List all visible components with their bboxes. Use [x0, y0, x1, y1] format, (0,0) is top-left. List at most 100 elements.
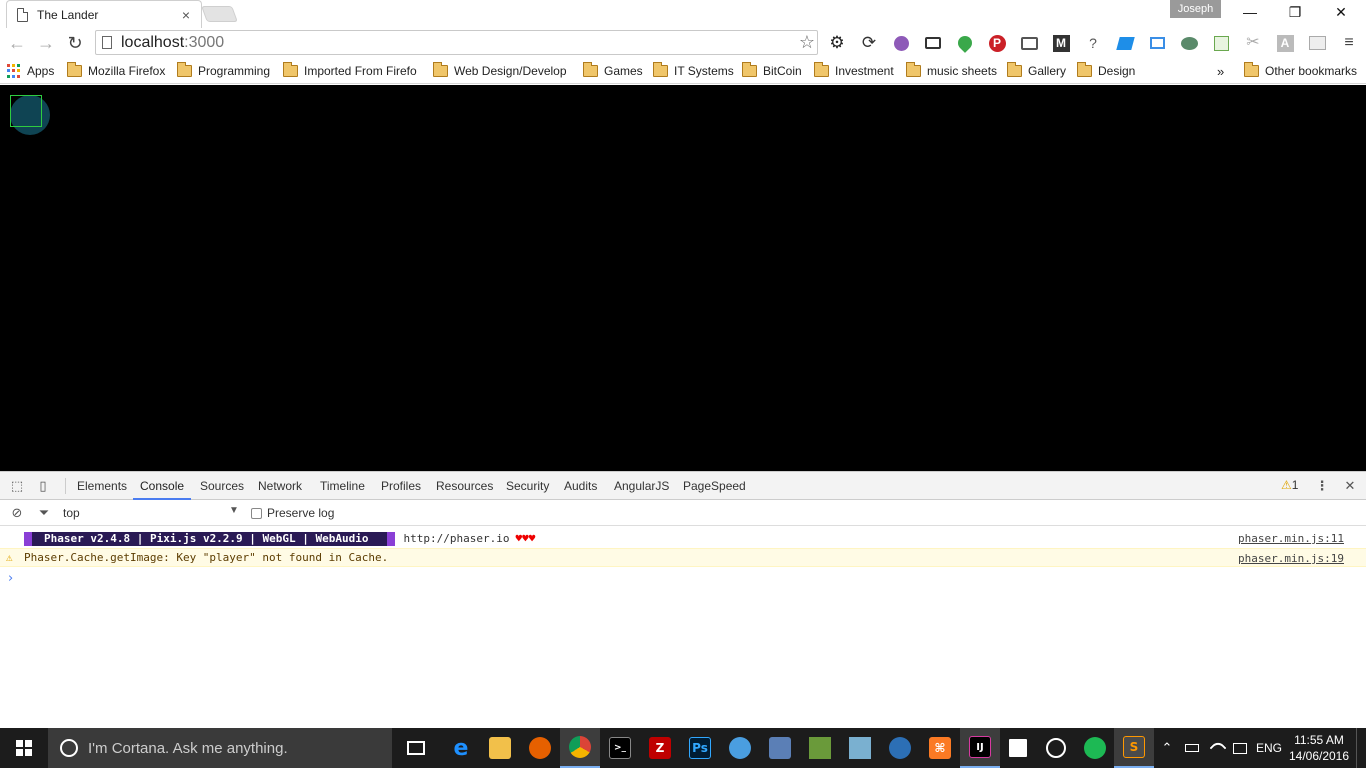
forward-button[interactable]: → — [34, 31, 58, 55]
pin-icon[interactable] — [955, 33, 975, 53]
close-devtools-icon[interactable]: ✕ — [1342, 478, 1358, 494]
show-desktop-button[interactable] — [1356, 728, 1366, 768]
cortana-search-box[interactable]: I'm Cortana. Ask me anything. — [48, 728, 392, 768]
xampp-app[interactable]: ⌘ — [920, 728, 960, 768]
clock-date: 14/06/2016 — [1288, 749, 1350, 763]
tab-angularjs[interactable]: AngularJS — [607, 472, 676, 500]
restore-button[interactable]: ❐ — [1272, 0, 1318, 26]
minimize-button[interactable]: — — [1227, 0, 1273, 26]
new-tab-button[interactable] — [201, 6, 238, 22]
device-mode-icon[interactable]: ▯ — [35, 478, 51, 494]
chevron-down-icon[interactable]: ▼ — [229, 505, 239, 516]
m-icon[interactable]: M — [1051, 33, 1071, 53]
reload-button[interactable]: ↻ — [63, 31, 87, 55]
safari-app[interactable] — [720, 728, 760, 768]
bookmark-star-icon[interactable]: ☆ — [799, 32, 815, 53]
filezilla-app[interactable]: Z — [640, 728, 680, 768]
mail-app[interactable] — [880, 728, 920, 768]
tab-pagespeed[interactable]: PageSpeed — [676, 472, 753, 500]
store-app[interactable] — [998, 728, 1038, 768]
sync-icon[interactable]: ⟳ — [859, 33, 879, 53]
filter-icon[interactable]: ⏷ — [36, 505, 52, 521]
intellij-app[interactable]: IJ — [960, 728, 1000, 768]
battery-icon[interactable] — [1182, 728, 1202, 768]
tab-the-lander[interactable]: The Lander × — [6, 0, 202, 28]
photoshop-app[interactable]: Ps — [680, 728, 720, 768]
tab-console[interactable]: Console — [133, 472, 192, 500]
tab-profiles[interactable]: Profiles — [374, 472, 428, 500]
grid-icon[interactable] — [1307, 33, 1327, 53]
sheet-icon[interactable] — [1211, 33, 1231, 53]
source-link[interactable]: phaser.min.js:19 — [1238, 552, 1344, 565]
context-selector[interactable]: top — [63, 506, 80, 520]
bookmark-folder[interactable]: Imported From Firefo — [283, 62, 420, 80]
cast-icon[interactable] — [1019, 33, 1039, 53]
bookmark-folder[interactable]: Games — [583, 62, 643, 80]
tools-icon[interactable]: ✂ — [1243, 33, 1263, 53]
bookmark-apps[interactable]: Apps — [7, 62, 54, 80]
tray-overflow-icon[interactable]: ⌃ — [1158, 728, 1176, 768]
bookmark-folder[interactable]: IT Systems — [653, 62, 734, 80]
bookmark-other[interactable]: Other bookmarks — [1244, 62, 1357, 80]
spotify-app[interactable] — [1075, 728, 1115, 768]
tab-title: The Lander — [37, 7, 99, 22]
bookmark-folder[interactable]: BitCoin — [742, 62, 802, 80]
close-window-button[interactable]: ✕ — [1318, 0, 1364, 26]
preserve-log-checkbox[interactable]: Preserve log — [251, 506, 334, 520]
bookmark-folder[interactable]: Web Design/Develop — [433, 62, 569, 80]
game-canvas[interactable] — [0, 85, 1366, 471]
start-button[interactable] — [0, 728, 48, 768]
menu-icon[interactable]: ≡ — [1339, 33, 1359, 53]
tab-audits[interactable]: Audits — [557, 472, 604, 500]
minecraft-app[interactable] — [800, 728, 840, 768]
font-icon[interactable]: A — [1275, 33, 1295, 53]
bookmark-folder[interactable]: Gallery — [1007, 62, 1066, 80]
console-prompt[interactable]: › — [8, 571, 13, 586]
city-app[interactable] — [840, 728, 880, 768]
bookmark-folder[interactable]: music sheets — [906, 62, 997, 80]
bus-icon[interactable] — [923, 33, 943, 53]
pinterest-icon[interactable]: P — [987, 33, 1007, 53]
flag-icon[interactable] — [1115, 33, 1135, 53]
system-clock[interactable]: 11:55 AM 14/06/2016 — [1288, 732, 1350, 764]
folder-icon[interactable] — [1147, 33, 1167, 53]
globe-app[interactable] — [1036, 728, 1076, 768]
wifi-icon[interactable] — [1208, 728, 1228, 768]
terminal-app[interactable]: >_ — [600, 728, 640, 768]
file-explorer-app[interactable] — [480, 728, 520, 768]
bot-icon[interactable] — [1179, 33, 1199, 53]
chrome-app[interactable] — [560, 728, 600, 768]
bookmark-folder[interactable]: Investment — [814, 62, 894, 80]
back-button[interactable]: ← — [5, 31, 29, 55]
bookmark-question-icon[interactable]: ? — [1083, 33, 1103, 53]
tab-network[interactable]: Network — [251, 472, 309, 500]
profile-button[interactable]: Joseph — [1170, 0, 1221, 18]
gear-icon[interactable]: ⚙ — [827, 33, 847, 53]
warning-counter[interactable]: ⚠1 — [1281, 478, 1298, 492]
page-info-icon[interactable] — [102, 36, 112, 49]
bookmarks-overflow-button[interactable]: » — [1217, 62, 1224, 80]
address-bar[interactable]: localhost:3000 ☆ — [95, 30, 818, 55]
tab-security[interactable]: Security — [499, 472, 556, 500]
close-tab-icon[interactable]: × — [179, 7, 193, 23]
language-indicator[interactable]: ENG — [1254, 728, 1284, 768]
clear-console-icon[interactable]: ⊘ — [9, 505, 25, 521]
notification-message-icon[interactable] — [1230, 728, 1250, 768]
bookmark-folder[interactable]: Mozilla Firefox — [67, 62, 167, 80]
tab-resources[interactable]: Resources — [429, 472, 500, 500]
app-files[interactable] — [760, 728, 800, 768]
firefox-app[interactable] — [520, 728, 560, 768]
source-link[interactable]: phaser.min.js:11 — [1238, 532, 1344, 545]
edge-app[interactable]: e — [441, 728, 481, 768]
onion-icon[interactable] — [891, 33, 911, 53]
more-options-icon[interactable]: ⋮ — [1314, 478, 1330, 494]
tab-sources[interactable]: Sources — [193, 472, 251, 500]
inspect-element-icon[interactable]: ⬚ — [9, 478, 25, 494]
task-view-button[interactable] — [396, 728, 436, 768]
checkbox-box[interactable] — [251, 507, 262, 519]
bookmark-folder[interactable]: Programming — [177, 62, 273, 80]
tab-timeline[interactable]: Timeline — [313, 472, 372, 500]
sublime-app[interactable]: S — [1114, 728, 1154, 768]
tab-elements[interactable]: Elements — [70, 472, 134, 500]
bookmark-folder[interactable]: Design — [1077, 62, 1135, 80]
